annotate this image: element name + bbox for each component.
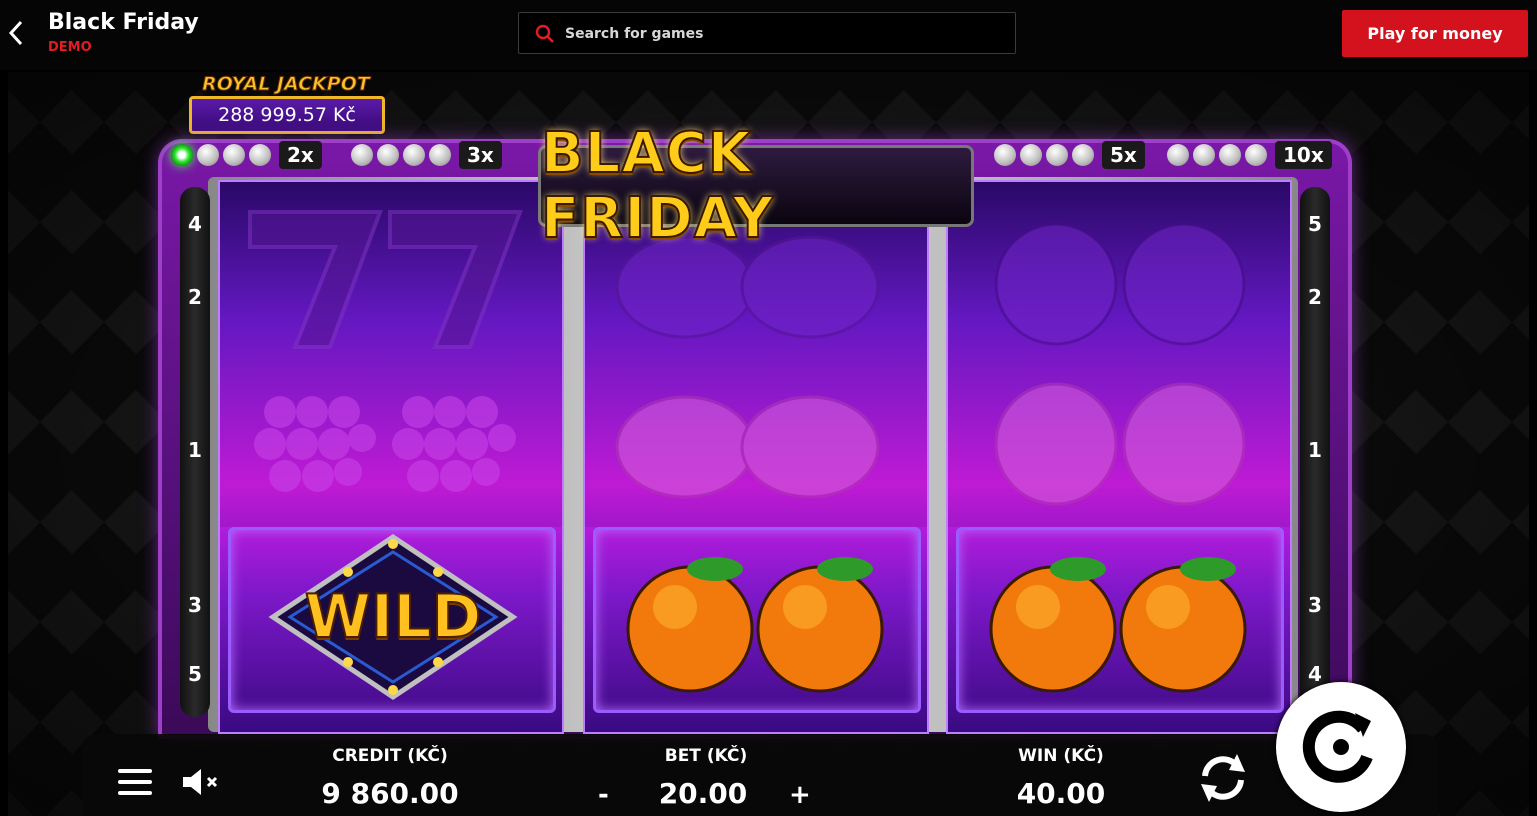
payline-number: 3 xyxy=(188,593,202,617)
sound-muted-icon[interactable] xyxy=(181,767,221,797)
credit-label: CREDIT (KČ) xyxy=(332,746,448,766)
spin-button[interactable] xyxy=(1276,682,1406,812)
payline-number: 5 xyxy=(188,662,202,686)
game-area: ROYAL JACKPOT 288 999.57 Kč 2x 3x 5x 10x… xyxy=(8,72,1529,816)
multiplier-10x: 10x xyxy=(1167,139,1332,171)
multiplier-2x: 2x xyxy=(171,139,322,171)
bet-label: BET (KČ) xyxy=(664,746,748,766)
multiplier-dot xyxy=(403,144,425,166)
reel-2 xyxy=(583,180,929,734)
payline-number: 4 xyxy=(1308,662,1322,686)
game-logo-text: BLACK FRIDAY xyxy=(540,120,775,252)
orange-icon xyxy=(626,557,884,693)
reel-1: WILD xyxy=(218,180,564,734)
bet-increase-button[interactable]: + xyxy=(789,780,811,810)
multiplier-dot xyxy=(197,144,219,166)
game-logo: BLACK FRIDAY xyxy=(538,120,974,252)
multiplier-dot xyxy=(1072,144,1094,166)
multiplier-3x: 3x xyxy=(351,139,502,171)
multiplier-dot xyxy=(994,144,1016,166)
autoplay-icon[interactable] xyxy=(1193,748,1253,808)
back-arrow-icon[interactable] xyxy=(6,18,26,48)
paylines-right: 5 2 1 3 4 xyxy=(1300,187,1330,717)
multiplier-dot xyxy=(1046,144,1068,166)
multiplier-label: 10x xyxy=(1275,141,1332,169)
multiplier-5x: 5x xyxy=(994,139,1145,171)
payline-number: 2 xyxy=(1308,285,1322,309)
demo-badge: DEMO xyxy=(48,40,92,55)
payline-number: 1 xyxy=(1308,438,1322,462)
search-box[interactable] xyxy=(518,12,1016,54)
top-bar: Black Friday DEMO Play for money xyxy=(0,0,1537,70)
win-value: 40.00 xyxy=(1016,777,1106,810)
lemon-icon xyxy=(615,395,880,499)
multiplier-dot xyxy=(429,144,451,166)
payline-number: 2 xyxy=(188,285,202,309)
payline-number: 3 xyxy=(1308,593,1322,617)
win-label: WIN (KČ) xyxy=(1018,746,1104,766)
jackpot-value: 288 999.57 Kč xyxy=(189,96,385,134)
multiplier-dot xyxy=(1167,144,1189,166)
search-icon xyxy=(535,24,554,43)
search-input[interactable] xyxy=(563,21,987,47)
game-title: Black Friday xyxy=(48,10,199,35)
grapes-icon xyxy=(254,396,516,492)
orange-icon xyxy=(994,222,1246,346)
orange-icon xyxy=(989,557,1247,693)
spin-icon xyxy=(1302,710,1373,783)
multiplier-dot xyxy=(1245,144,1267,166)
multiplier-dot xyxy=(1193,144,1215,166)
multiplier-dot-active xyxy=(171,144,193,166)
multiplier-label: 3x xyxy=(459,141,502,169)
payline-number: 1 xyxy=(188,438,202,462)
orange-icon xyxy=(994,382,1246,506)
multiplier-dot xyxy=(249,144,271,166)
royal-jackpot: ROYAL JACKPOT 288 999.57 Kč xyxy=(189,73,385,134)
multiplier-dot xyxy=(351,144,373,166)
payline-number: 4 xyxy=(188,212,202,236)
multiplier-label: 5x xyxy=(1102,141,1145,169)
multiplier-dot xyxy=(223,144,245,166)
multiplier-dot xyxy=(377,144,399,166)
multiplier-dot xyxy=(1219,144,1241,166)
seven-icon xyxy=(248,210,523,349)
menu-icon[interactable] xyxy=(118,769,152,795)
play-for-money-button[interactable]: Play for money xyxy=(1342,10,1528,57)
multiplier-label: 2x xyxy=(279,141,322,169)
multiplier-dot xyxy=(1020,144,1042,166)
paylines-left: 4 2 1 3 5 xyxy=(180,187,210,717)
payline-number: 5 xyxy=(1308,212,1322,236)
reel-3 xyxy=(946,180,1292,734)
jackpot-title: ROYAL JACKPOT xyxy=(202,73,371,96)
credit-value: 9 860.00 xyxy=(321,777,459,810)
bet-value: 20.00 xyxy=(658,777,748,810)
wild-label: WILD xyxy=(304,581,483,653)
